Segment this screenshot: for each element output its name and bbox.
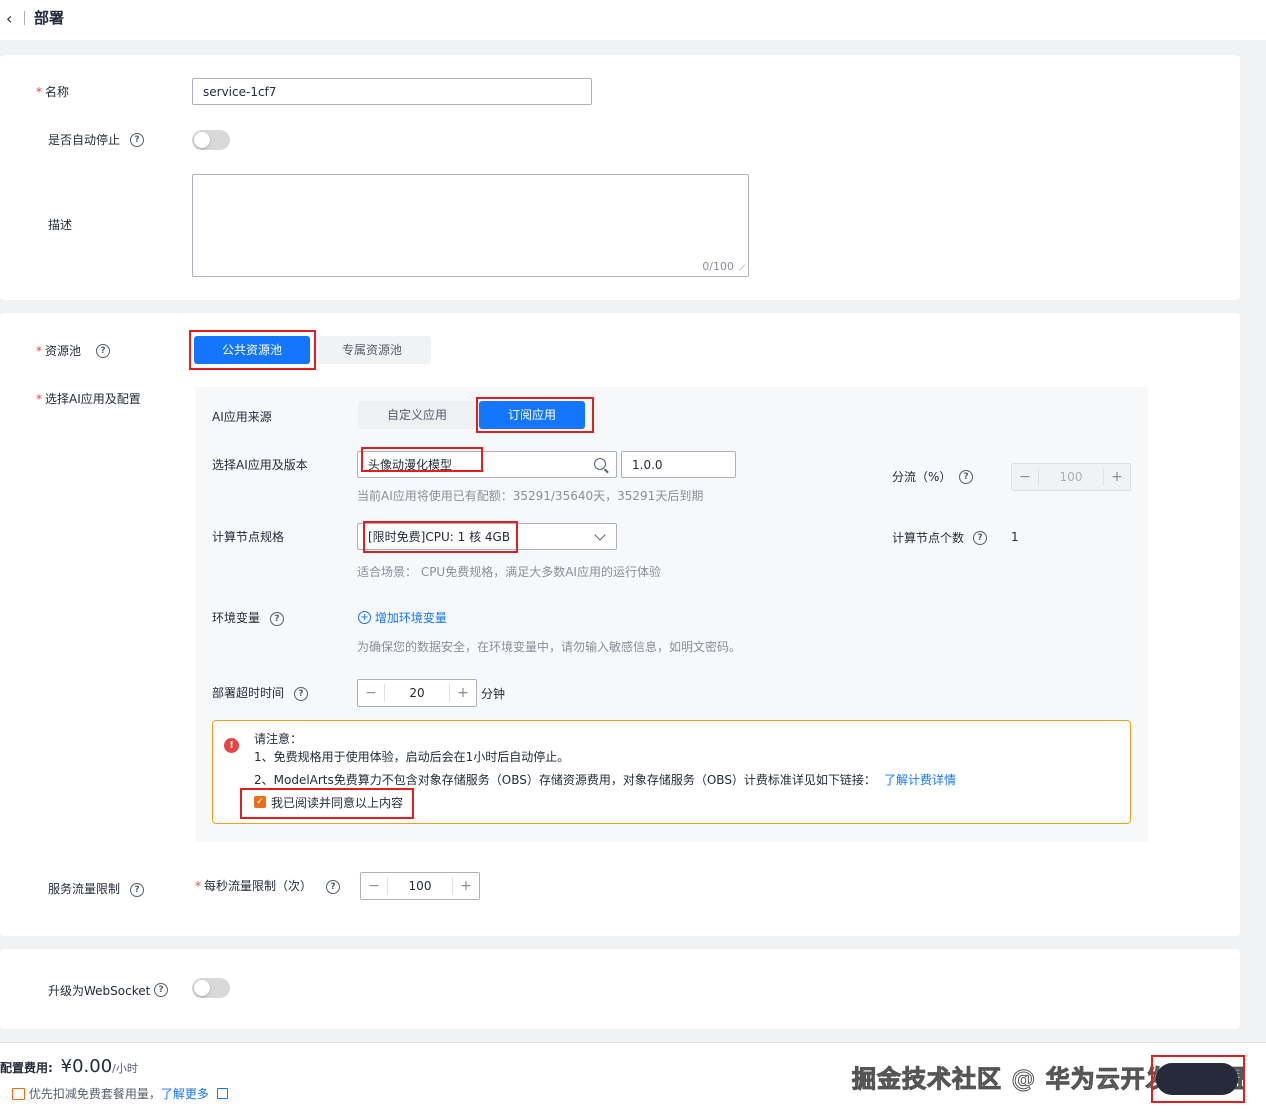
traffic-label: 服务流量限制	[48, 882, 121, 896]
promo-row: 优先扣减免费套餐用量，了解更多	[12, 1085, 228, 1102]
desc-counter: 0/100	[702, 260, 734, 273]
fee-value: ¥0.00	[60, 1056, 113, 1077]
fee-label: 配置费用:	[0, 1061, 53, 1075]
pricing-link[interactable]: 了解计费详情	[884, 773, 956, 787]
annotation-box	[361, 447, 483, 472]
ai-config-label: * 选择AI应用及配置	[36, 392, 141, 406]
websocket-label: 升级为WebSocket	[48, 984, 151, 998]
chevron-down-icon	[594, 529, 606, 541]
pool-dedicated-button[interactable]: 专属资源池	[313, 336, 431, 364]
plus-icon: +	[1111, 469, 1123, 485]
spec-hint: 适合场景： CPU免费规格，满足大多数AI应用的运行体验	[357, 565, 661, 579]
annotation-box	[240, 788, 414, 819]
qps-label: * 每秒流量限制（次）	[195, 879, 313, 893]
node-count-value: 1	[1011, 530, 1019, 544]
help-icon[interactable]: ?	[959, 470, 973, 484]
help-icon[interactable]: ?	[130, 133, 144, 147]
timeout-stepper[interactable]: − 20 +	[357, 679, 477, 707]
minus-icon[interactable]: −	[361, 878, 387, 894]
split-value: 100	[1038, 468, 1104, 486]
gift-icon	[12, 1087, 25, 1100]
plus-icon[interactable]: +	[453, 878, 479, 894]
timeout-value[interactable]: 20	[384, 684, 450, 702]
auto-stop-toggle[interactable]	[192, 130, 230, 150]
env-hint: 为确保您的数据安全，在环境变量中，请勿输入敏感信息，如明文密码。	[357, 640, 742, 654]
minus-icon: −	[1019, 469, 1031, 485]
annotation-box	[363, 521, 518, 553]
resize-handle-icon[interactable]: ⟋	[739, 264, 745, 274]
timeout-label: 部署超时时间	[212, 686, 285, 700]
help-icon[interactable]: ?	[326, 880, 340, 894]
help-icon[interactable]: ?	[130, 883, 144, 897]
plus-icon[interactable]: +	[450, 685, 476, 701]
version-select[interactable]: 1.0.0	[621, 451, 736, 478]
header-divider	[24, 11, 25, 25]
source-label: AI应用来源	[212, 410, 272, 424]
desc-label: 描述	[48, 218, 73, 232]
help-icon[interactable]: ?	[270, 612, 284, 626]
websocket-toggle[interactable]	[192, 978, 230, 998]
split-stepper: − 100 +	[1011, 463, 1131, 491]
env-label: 环境变量	[212, 611, 261, 625]
help-icon[interactable]: ?	[154, 983, 168, 997]
annotation-box	[476, 397, 594, 433]
minus-icon[interactable]: −	[358, 685, 384, 701]
promo-text: 优先扣减免费套餐用量，	[28, 1087, 161, 1101]
add-env-label: 增加环境变量	[374, 611, 447, 625]
help-icon[interactable]: ?	[973, 531, 987, 545]
name-label: * 名称	[36, 85, 70, 99]
pool-label: * 资源池	[36, 344, 82, 358]
search-icon-handle	[604, 468, 609, 474]
help-icon[interactable]: ?	[294, 687, 308, 701]
qps-stepper[interactable]: − 100 +	[360, 872, 480, 900]
node-count-label: 计算节点个数	[892, 531, 965, 545]
header-bar: ‹ 部署	[0, 0, 1266, 40]
notice-line1: 1、免费规格用于使用体验，启动后会在1小时后自动停止。	[254, 750, 570, 764]
auto-stop-label: 是否自动停止	[48, 133, 121, 147]
fee-row: 配置费用: ¥0.00/小时	[0, 1056, 138, 1077]
notice-title: 请注意：	[254, 732, 303, 746]
annotation-box	[1151, 1055, 1245, 1103]
error-icon: !	[224, 738, 239, 753]
split-label: 分流（%）	[892, 470, 952, 484]
back-arrow-icon[interactable]: ‹	[6, 9, 12, 28]
fee-unit: /小时	[112, 1062, 138, 1075]
plus-circle-icon: +	[358, 611, 371, 624]
add-env-button[interactable]: + 增加环境变量	[358, 609, 447, 626]
websocket-card	[0, 949, 1240, 1029]
source-custom-button[interactable]: 自定义应用	[358, 401, 476, 429]
page-title: 部署	[34, 9, 65, 27]
notice-line2: 2、ModelArts免费算力不包含对象存储服务（OBS）存储资源费用，对象存储…	[254, 773, 956, 787]
annotation-box	[189, 330, 316, 370]
spec-label: 计算节点规格	[212, 530, 285, 544]
timeout-unit: 分钟	[481, 687, 506, 701]
learn-more-link[interactable]: 了解更多	[161, 1087, 209, 1101]
app-label: 选择AI应用及版本	[212, 458, 308, 472]
name-input[interactable]: service-1cf7	[192, 78, 592, 105]
help-icon[interactable]: ?	[96, 344, 110, 358]
quota-hint: 当前AI应用将使用已有配额：35291/35640天，35291天后到期	[357, 489, 704, 503]
qps-value[interactable]: 100	[387, 877, 453, 895]
desc-textarea[interactable]: 0/100 ⟋	[192, 174, 749, 277]
external-link-icon[interactable]	[216, 1088, 228, 1099]
